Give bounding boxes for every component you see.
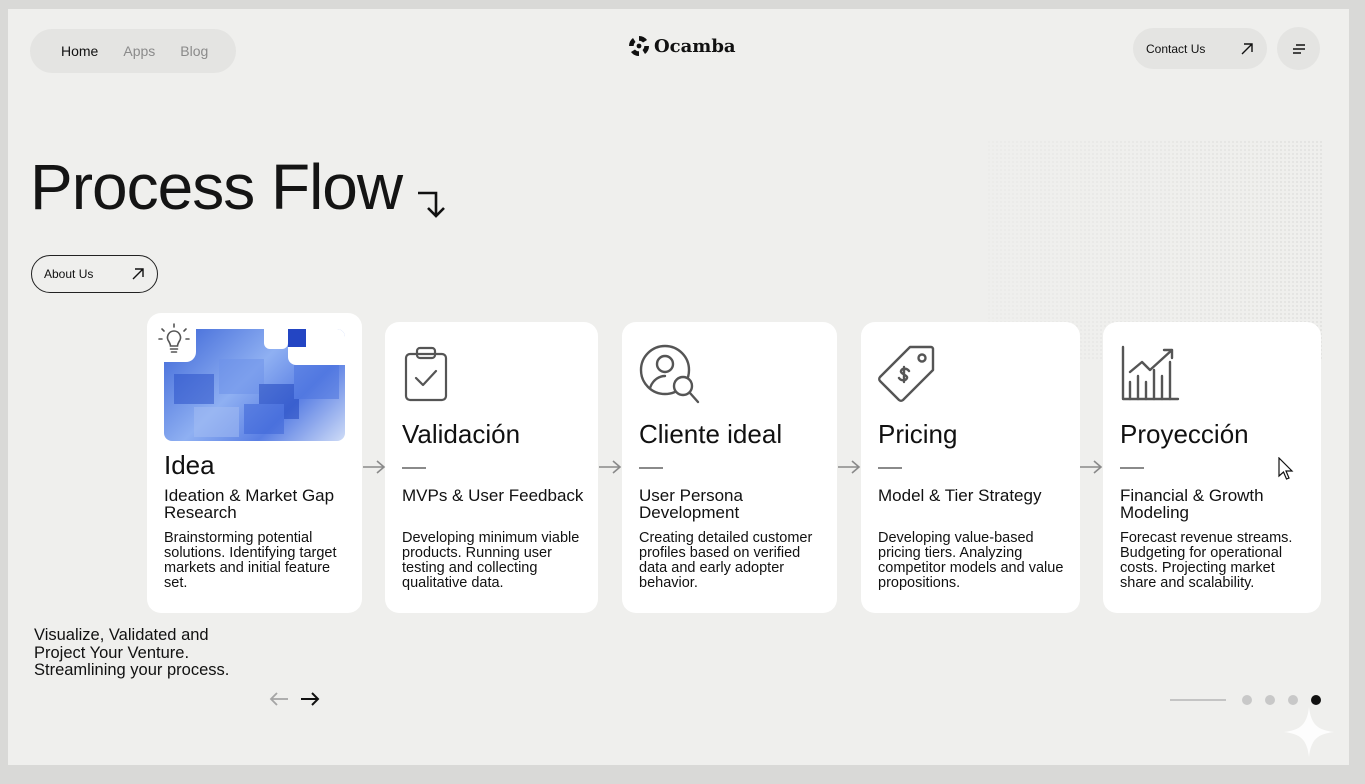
- nav-item-apps[interactable]: Apps: [123, 43, 155, 59]
- card-title: Pricing: [878, 419, 958, 449]
- contact-us-button[interactable]: Contact Us: [1133, 28, 1267, 69]
- process-card-validacion[interactable]: Validación MVPs & User Feedback Developi…: [385, 322, 598, 613]
- page-frame: Home Apps Blog Ocamba Contact Us Process…: [8, 9, 1349, 765]
- hero-title: Process Flow: [30, 155, 450, 219]
- card-divider: [639, 467, 663, 469]
- brand-name: Ocamba: [654, 35, 736, 57]
- arrow-up-right-icon: [1241, 42, 1253, 54]
- brand-logo[interactable]: Ocamba: [628, 35, 736, 57]
- flow-arrow-icon: [363, 460, 386, 474]
- card-description: Forecast revenue streams. Budgeting for …: [1120, 530, 1293, 591]
- card-subtitle: MVPs & User Feedback: [402, 486, 584, 505]
- user-search-icon: [639, 344, 700, 404]
- clipboard-check-icon: [404, 346, 448, 402]
- nav-item-home[interactable]: Home: [61, 43, 98, 59]
- card-divider: [878, 467, 902, 469]
- process-card-cliente-ideal[interactable]: Cliente ideal User Persona Development C…: [622, 322, 837, 613]
- card-subtitle: Financial & Growth Modeling: [1120, 486, 1264, 522]
- card-description: Developing minimum viable products. Runn…: [402, 530, 580, 591]
- sparkle-icon: [1284, 707, 1334, 757]
- card-description: Developing value-based pricing tiers. An…: [878, 530, 1064, 591]
- previous-arrow-icon[interactable]: [269, 691, 289, 707]
- process-card-pricing[interactable]: Pricing Model & Tier Strategy Developing…: [861, 322, 1080, 613]
- card-title: Idea: [164, 450, 215, 480]
- lightbulb-icon: [158, 323, 190, 353]
- pagination-dot[interactable]: [1242, 695, 1252, 705]
- card-description: Creating detailed customer profiles base…: [639, 530, 813, 591]
- arrow-up-right-icon: [132, 268, 144, 280]
- card-subtitle: User Persona Development: [639, 486, 743, 522]
- card-title: Proyección: [1120, 419, 1249, 449]
- flow-arrow-icon: [599, 460, 622, 474]
- next-arrow-icon[interactable]: [300, 691, 320, 707]
- tagline: Visualize, Validated and Project Your Ve…: [34, 626, 230, 679]
- about-us-label: About Us: [44, 267, 94, 281]
- growth-chart-icon: [1121, 345, 1180, 401]
- menu-icon: [1292, 43, 1305, 54]
- card-divider: [402, 467, 426, 469]
- page-title: Process Flow: [30, 151, 403, 223]
- pagination-dot[interactable]: [1265, 695, 1275, 705]
- card-description: Brainstorming potential solutions. Ident…: [164, 530, 337, 591]
- arrow-down-right-icon: [418, 191, 446, 218]
- flow-arrow-icon: [1080, 460, 1103, 474]
- card-divider: [1120, 467, 1144, 469]
- mouse-cursor-icon: [1278, 457, 1294, 480]
- menu-button[interactable]: [1277, 27, 1320, 70]
- pagination-dot[interactable]: [1288, 695, 1298, 705]
- contact-us-label: Contact Us: [1146, 41, 1206, 56]
- pagination-dot-active[interactable]: [1311, 695, 1321, 705]
- card-subtitle: Model & Tier Strategy: [878, 486, 1042, 505]
- progress-line: [1170, 699, 1226, 701]
- card-title: Validación: [402, 419, 521, 449]
- card-title: Cliente ideal: [639, 419, 783, 449]
- ocamba-logo-icon: [629, 36, 649, 56]
- about-us-button[interactable]: About Us: [31, 255, 158, 293]
- price-tag-icon: [878, 345, 935, 402]
- process-card-idea[interactable]: Idea Ideation & Market Gap Research Brai…: [147, 313, 362, 613]
- lightbulb-icon-badge: [152, 318, 196, 362]
- main-nav: Home Apps Blog: [30, 29, 236, 73]
- flow-arrow-icon: [838, 460, 861, 474]
- nav-item-blog[interactable]: Blog: [180, 43, 208, 59]
- card-subtitle: Ideation & Market Gap Research: [164, 486, 335, 522]
